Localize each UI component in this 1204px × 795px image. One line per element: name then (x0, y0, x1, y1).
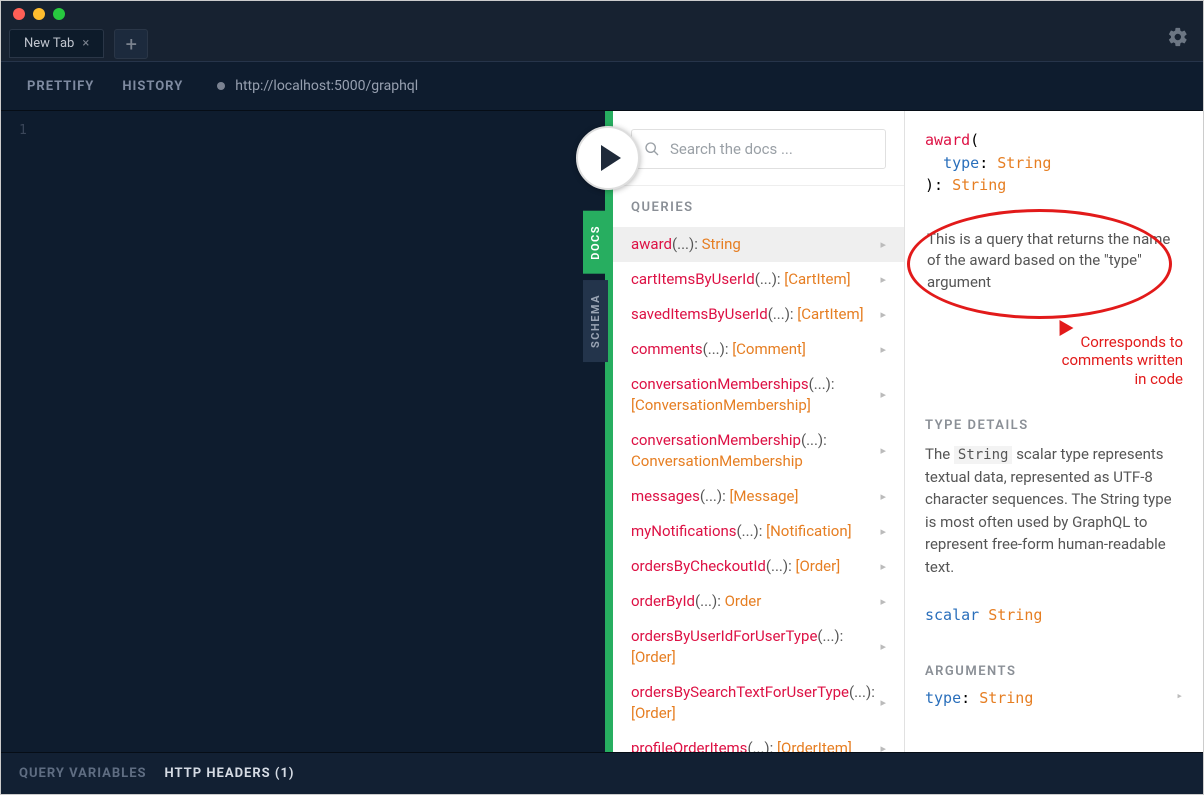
sig-return-type[interactable]: String (952, 176, 1006, 194)
query-item[interactable]: orderById(...): Order▸ (613, 584, 904, 619)
gear-icon[interactable] (1167, 26, 1189, 54)
query-item[interactable]: comments(...): [Comment]▸ (613, 332, 904, 367)
type-details-text: The String scalar type represents textua… (925, 443, 1183, 579)
query-item[interactable]: award(...): String▸ (613, 227, 904, 262)
sig-arg-type[interactable]: String (997, 154, 1051, 172)
chevron-right-icon: ▸ (880, 342, 886, 357)
query-item[interactable]: messages(...): [Message]▸ (613, 479, 904, 514)
chevron-right-icon: ▸ (880, 639, 886, 654)
tab-new[interactable]: New Tab × (9, 29, 104, 58)
signature: award( type: String ): String (925, 129, 1183, 197)
search-input[interactable]: Search the docs ... (631, 129, 886, 169)
chevron-right-icon: ▸ (880, 559, 886, 574)
tab-schema[interactable]: SCHEMA (583, 280, 608, 362)
docs-list-column: Search the docs ... QUERIES award(...): … (613, 111, 905, 752)
sig-name: award (925, 131, 970, 149)
prettify-button[interactable]: PRETTIFY (13, 69, 108, 104)
description: This is a query that returns the name of… (925, 225, 1183, 298)
search-icon (644, 141, 660, 157)
tab-bar: New Tab × + (1, 26, 1203, 61)
main: 1 DOCS SCHEMA Search the docs ... QUERIE… (1, 111, 1203, 752)
tab-docs[interactable]: DOCS (583, 211, 608, 274)
sig-arg-name: type (943, 154, 979, 172)
query-item[interactable]: ordersByCheckoutId(...): [Order]▸ (613, 549, 904, 584)
chevron-right-icon: ▸ (880, 695, 886, 710)
docs-panel: DOCS SCHEMA Search the docs ... QUERIES … (613, 111, 1203, 752)
tab-http-headers[interactable]: HTTP HEADERS (1) (165, 766, 295, 781)
split-bar[interactable] (605, 111, 613, 752)
chevron-right-icon: ▸ (880, 237, 886, 252)
search-placeholder: Search the docs ... (670, 140, 793, 158)
close-window-icon[interactable] (13, 8, 25, 20)
status-dot-icon (217, 82, 225, 90)
tab-query-variables[interactable]: QUERY VARIABLES (19, 766, 147, 781)
titlebar (1, 1, 1203, 26)
chevron-right-icon: ▸ (1176, 689, 1183, 707)
query-item[interactable]: conversationMembership(...): Conversatio… (613, 423, 904, 479)
new-tab-button[interactable]: + (114, 29, 148, 59)
query-item[interactable]: savedItemsByUserId(...): [CartItem]▸ (613, 297, 904, 332)
chevron-right-icon: ▸ (880, 443, 886, 458)
endpoint-input[interactable]: http://localhost:5000/graphql (207, 72, 1191, 100)
line-number: 1 (19, 123, 587, 138)
annotation-text: Corresponds to comments written in code (1062, 333, 1183, 389)
chevron-right-icon: ▸ (880, 594, 886, 609)
argument-row[interactable]: type: String ▸ (925, 689, 1183, 707)
history-button[interactable]: HISTORY (108, 69, 197, 104)
tab-label: New Tab (24, 36, 74, 51)
type-details-header: TYPE DETAILS (925, 418, 1183, 433)
arguments-header: ARGUMENTS (925, 664, 1183, 679)
chevron-right-icon: ▸ (880, 741, 886, 752)
query-item[interactable]: cartItemsByUserId(...): [CartItem]▸ (613, 262, 904, 297)
maximize-window-icon[interactable] (53, 8, 65, 20)
query-list[interactable]: award(...): String▸cartItemsByUserId(...… (613, 227, 904, 752)
footer-tabs: QUERY VARIABLES HTTP HEADERS (1) (1, 752, 1203, 794)
queries-header: QUERIES (613, 185, 904, 227)
query-item[interactable]: profileOrderItems(...): [OrderItem]▸ (613, 731, 904, 752)
endpoint-url: http://localhost:5000/graphql (235, 78, 418, 94)
chevron-right-icon: ▸ (880, 387, 886, 402)
side-tabs: DOCS SCHEMA (583, 211, 608, 362)
chevron-right-icon: ▸ (880, 524, 886, 539)
minimize-window-icon[interactable] (33, 8, 45, 20)
query-item[interactable]: ordersBySearchTextForUserType(...): [Ord… (613, 675, 904, 731)
scalar-definition: scalar String (925, 606, 1183, 624)
chevron-right-icon: ▸ (880, 307, 886, 322)
query-item[interactable]: ordersByUserIdForUserType(...): [Order]▸ (613, 619, 904, 675)
close-icon[interactable]: × (82, 36, 89, 51)
docs-detail-column: award( type: String ): String This is a … (905, 111, 1203, 752)
query-item[interactable]: myNotifications(...): [Notification]▸ (613, 514, 904, 549)
play-button[interactable] (576, 126, 640, 190)
chevron-right-icon: ▸ (880, 272, 886, 287)
query-item[interactable]: conversationMemberships(...): [Conversat… (613, 367, 904, 423)
toolbar: PRETTIFY HISTORY http://localhost:5000/g… (1, 61, 1203, 111)
query-editor[interactable]: 1 (1, 111, 605, 752)
window-controls (13, 8, 65, 20)
chevron-right-icon: ▸ (880, 489, 886, 504)
